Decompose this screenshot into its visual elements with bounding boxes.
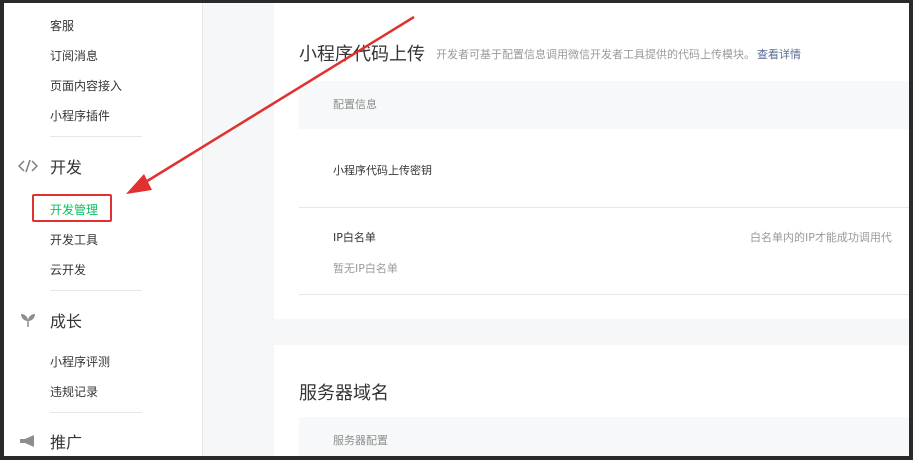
row-divider xyxy=(299,294,909,295)
server-domain-card: 服务器域名 服务器配置 xyxy=(274,345,909,456)
sidebar-divider xyxy=(50,136,142,137)
sidebar-item-dev-tools[interactable]: 开发工具 xyxy=(50,231,98,248)
description-text: 开发者可基于配置信息调用微信开发者工具提供的代码上传模块。 xyxy=(436,48,755,61)
sidebar-item-page-content[interactable]: 页面内容接入 xyxy=(50,77,122,94)
config-table-header: 配置信息 xyxy=(299,81,909,129)
view-details-link[interactable]: 查看详情 xyxy=(757,48,801,61)
sidebar-item-cloud-dev[interactable]: 云开发 xyxy=(50,261,86,278)
annotation-highlight-box xyxy=(32,194,112,222)
ip-whitelist-note: 白名单内的IP才能成功调用代 xyxy=(750,231,892,244)
ip-whitelist-empty: 暂无IP白名单 xyxy=(333,262,398,275)
sidebar-group-growth[interactable]: 成长 xyxy=(16,308,82,332)
main-content: 小程序代码上传 开发者可基于配置信息调用微信开发者工具提供的代码上传模块。 查看详… xyxy=(274,3,909,456)
megaphone-icon xyxy=(16,431,40,451)
sidebar-group-label: 成长 xyxy=(50,312,83,331)
code-icon xyxy=(16,156,40,176)
sidebar-item-customer-service[interactable]: 客服 xyxy=(50,17,74,34)
sidebar-item-evaluation[interactable]: 小程序评测 xyxy=(50,353,110,370)
sidebar: 客服 订阅消息 页面内容接入 小程序插件 开发 开发管理 开发工具 云开发 成长… xyxy=(4,3,203,456)
row-divider xyxy=(299,207,909,208)
sidebar-group-dev[interactable]: 开发 xyxy=(16,154,82,178)
code-upload-card: 小程序代码上传 开发者可基于配置信息调用微信开发者工具提供的代码上传模块。 查看详… xyxy=(274,3,909,319)
ip-whitelist-label: IP白名单 xyxy=(333,231,376,244)
sidebar-item-subscribe-msg[interactable]: 订阅消息 xyxy=(50,47,98,64)
sidebar-group-label: 推广 xyxy=(50,433,83,452)
sidebar-group-promo[interactable]: 推广 xyxy=(16,429,82,453)
config-header-label: 配置信息 xyxy=(333,98,377,111)
screenshot-frame: 客服 订阅消息 页面内容接入 小程序插件 开发 开发管理 开发工具 云开发 成长… xyxy=(4,3,909,456)
section-description: 开发者可基于配置信息调用微信开发者工具提供的代码上传模块。 查看详情 xyxy=(436,46,801,62)
server-config-label: 服务器配置 xyxy=(333,434,388,447)
sidebar-group-label: 开发 xyxy=(50,158,83,177)
section-title: 小程序代码上传 xyxy=(299,44,425,65)
sidebar-divider xyxy=(50,290,142,291)
sidebar-item-plugins[interactable]: 小程序插件 xyxy=(50,107,110,124)
upload-key-label: 小程序代码上传密钥 xyxy=(333,164,432,177)
server-config-header: 服务器配置 xyxy=(299,417,909,456)
sidebar-divider xyxy=(50,412,142,413)
section-title: 服务器域名 xyxy=(299,383,389,404)
sidebar-item-violations[interactable]: 违规记录 xyxy=(50,383,98,400)
sprout-icon xyxy=(16,310,40,330)
